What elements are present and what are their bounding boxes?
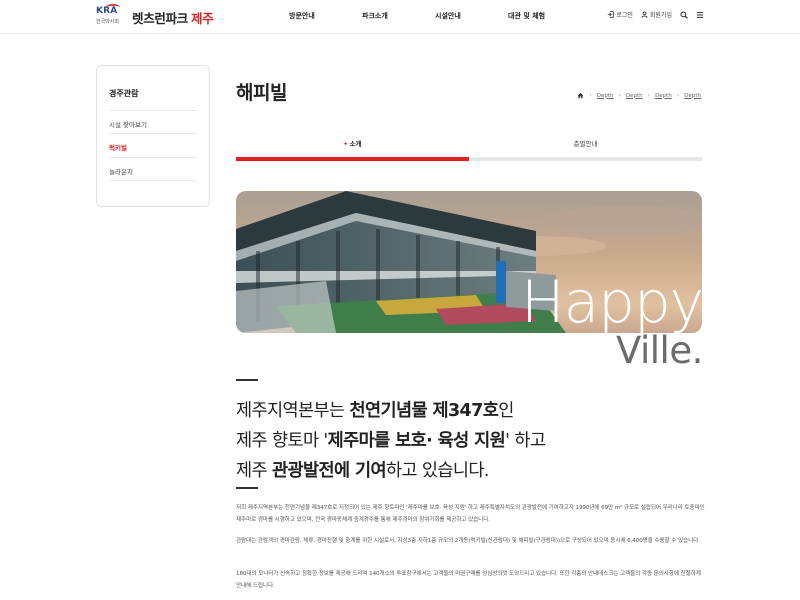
- chevron-right-icon: ›: [589, 92, 592, 99]
- side-divider: [109, 133, 197, 134]
- side-item-luckyville[interactable]: 럭키빌: [109, 142, 127, 152]
- intro-text: 제주: [236, 461, 272, 481]
- side-divider: [109, 110, 197, 111]
- intro-text: ' 하고: [505, 431, 546, 451]
- side-divider: [109, 180, 197, 181]
- intro-line-1: 제주지역본부는 천연기념물 제347호인: [236, 396, 545, 426]
- breadcrumb-item[interactable]: Depth: [626, 93, 643, 99]
- tab-intro-label: 소개: [349, 140, 362, 148]
- breadcrumb-item[interactable]: Depth: [597, 93, 614, 99]
- intro-emphasis: 천연기념물 제347호: [349, 401, 499, 421]
- breadcrumb-item[interactable]: Depth: [655, 93, 672, 99]
- login-label: 로그인: [616, 12, 633, 19]
- chevron-right-icon: ›: [676, 92, 680, 99]
- side-item-nolaunge[interactable]: 놀라운지: [109, 166, 133, 176]
- intro-emphasis: 제주마를 보호· 육성 지원: [327, 431, 506, 451]
- side-divider: [109, 157, 197, 158]
- active-dot-icon: •: [343, 140, 348, 148]
- hero-word-ville: Ville.: [616, 329, 703, 372]
- nav-visit[interactable]: 방문안내: [289, 11, 315, 21]
- nav-rental-experience[interactable]: 대관 및 체험: [508, 11, 545, 21]
- breadcrumb-item[interactable]: Depth: [684, 93, 701, 99]
- nav-facilities[interactable]: 시설안내: [435, 11, 461, 21]
- chevron-right-icon: ›: [618, 92, 621, 99]
- tab-active-indicator: [236, 157, 469, 161]
- join-link[interactable]: 회원가입: [641, 10, 672, 19]
- breadcrumb: › Depth › Depth › Depth › Depth: [577, 92, 701, 99]
- intro-line-2: 제주 향토마 '제주마를 보호· 육성 지원' 하고: [236, 426, 546, 456]
- body-paragraph-1: 저희 제주지역본부는 천연기념물 제347호로 지정되어 있는 제주 향토마인 …: [236, 505, 705, 523]
- user-icon: [641, 11, 648, 18]
- intro-text: 제주지역본부는: [236, 401, 350, 421]
- login-link[interactable]: 로그인: [607, 10, 633, 19]
- intro-emphasis: 관광발전에 기여: [271, 461, 387, 481]
- body-paragraph-3: 180대의 모니터가 신속하고 정확한 정보를 제공해 드리며 140개소의 투…: [236, 571, 701, 589]
- join-label: 회원가입: [649, 12, 672, 19]
- menu-button[interactable]: [696, 11, 704, 19]
- intro-line-3: 제주 관광발전에 기여하고 있습니다.: [236, 456, 545, 486]
- chevron-right-icon: ›: [647, 92, 651, 99]
- tab-floor-guide-label: 층별안내: [573, 140, 598, 148]
- side-nav-title: 경주관람: [109, 89, 139, 98]
- page-title: 해피빌: [236, 82, 287, 104]
- side-nav: 경주관람 시설 찾아보기 럭키빌 놀라운지: [96, 65, 210, 207]
- search-button[interactable]: [680, 10, 688, 19]
- section-dash: [236, 487, 258, 489]
- section-dash: [236, 379, 258, 381]
- intro-text: 하고 있습니다.: [385, 461, 490, 481]
- tab-floor-guide[interactable]: 층별안내: [469, 138, 702, 158]
- nav-park-intro[interactable]: 파크소개: [362, 11, 388, 21]
- login-icon: [608, 11, 615, 18]
- home-icon[interactable]: [577, 92, 584, 99]
- hamburger-icon: [696, 11, 704, 18]
- side-item-find-facility[interactable]: 시설 찾아보기: [109, 119, 147, 129]
- tab-intro[interactable]: • 소개: [236, 138, 469, 158]
- intro-text: 제주 향토마 ': [236, 431, 328, 451]
- body-paragraph-2: 관람대는 관람객의 경마관람, 체류, 경마진행 및 중계를 위한 시설로서, …: [236, 538, 700, 544]
- search-icon: [680, 10, 688, 19]
- utility-menu: 로그인 회원가입: [607, 10, 704, 19]
- site-header: KRA 한국마사회 렛츠런파크 제주 방문안내 파크소개 시설안내 대관 및 체험…: [0, 0, 800, 34]
- intro-headline: 제주지역본부는 천연기념물 제347호인 제주 향토마 '제주마를 보호· 육성…: [236, 396, 546, 486]
- content-tabs: • 소개 층별안내: [236, 138, 702, 162]
- intro-text: 인: [498, 401, 514, 421]
- hero-word-happy: Happy: [521, 268, 704, 336]
